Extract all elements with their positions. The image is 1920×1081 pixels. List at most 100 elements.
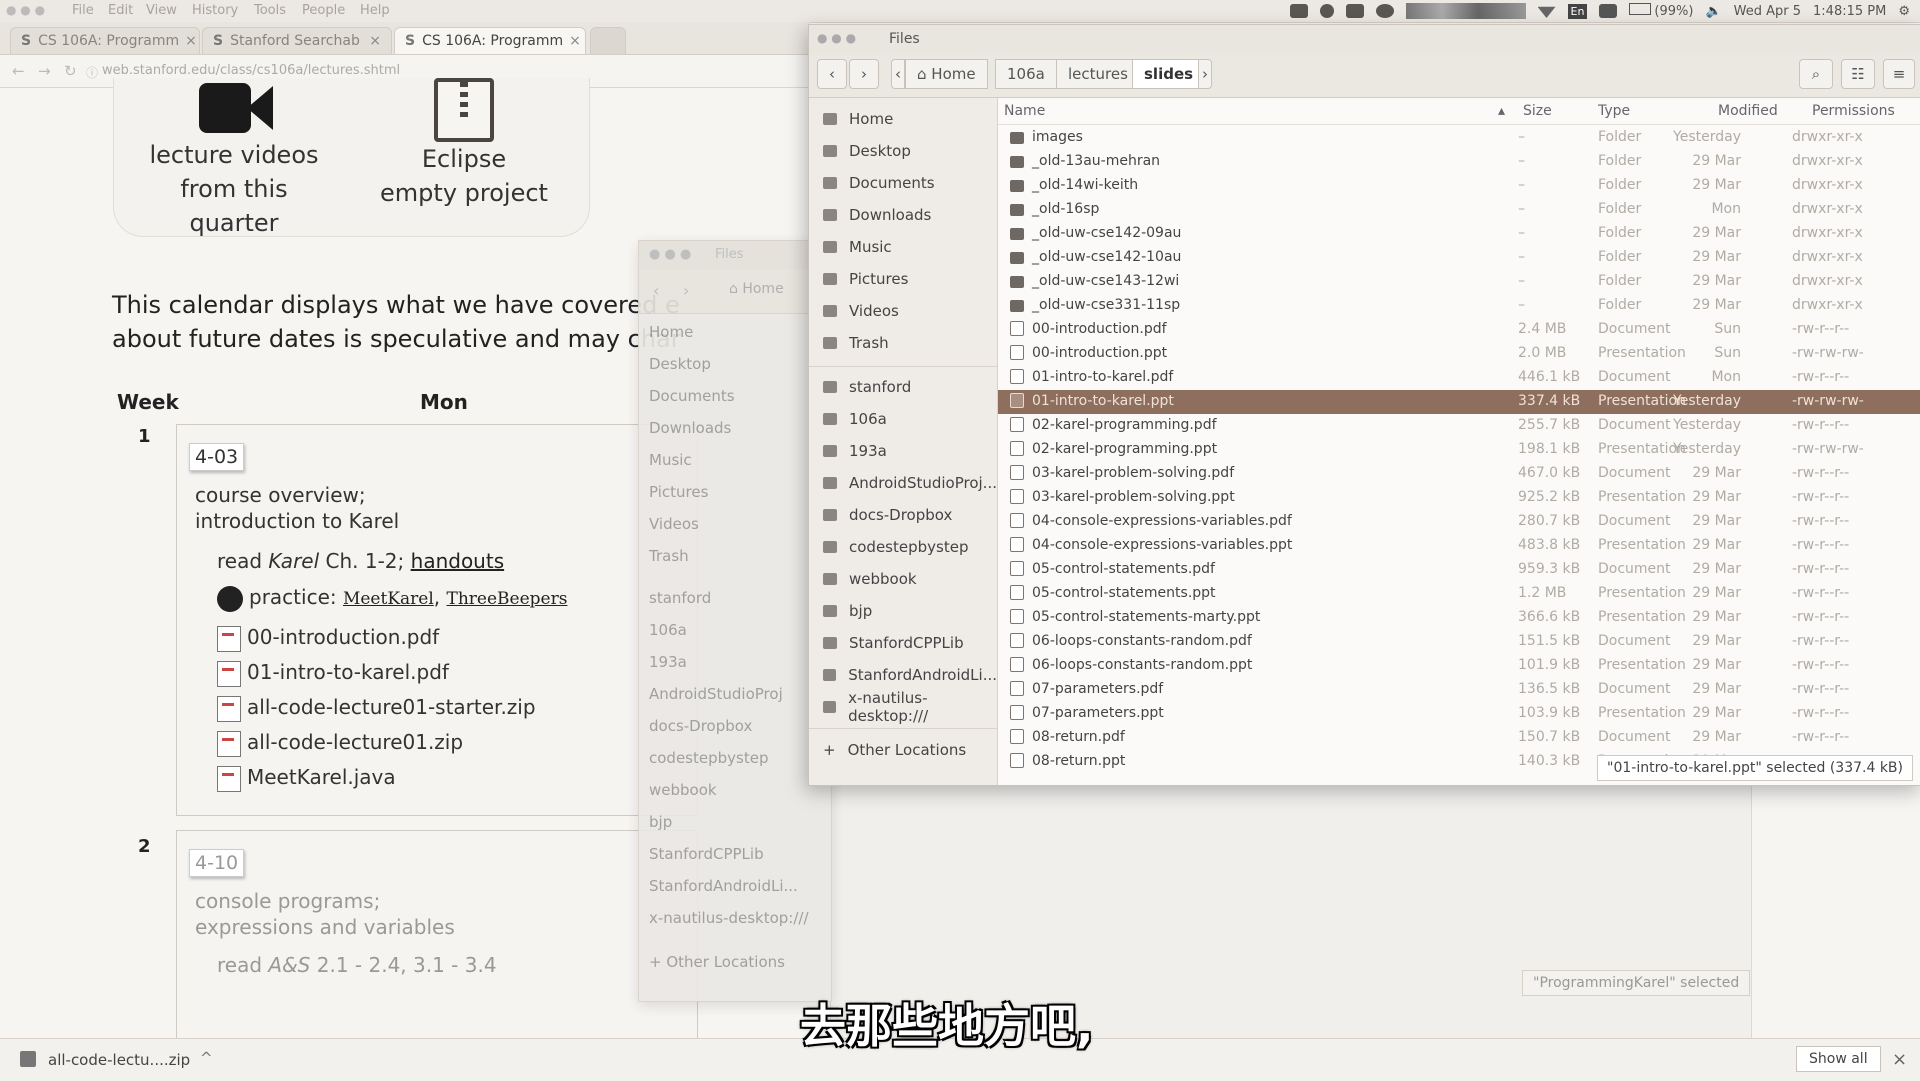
show-all-button[interactable]: Show all: [1796, 1046, 1881, 1072]
keyboard-layout[interactable]: En: [1567, 3, 1588, 19]
bookmark-193a[interactable]: 193a: [809, 436, 997, 466]
dropbox-icon[interactable]: [1345, 4, 1364, 18]
url-field[interactable]: web.stanford.edu/class/cs106a/lectures.s…: [102, 63, 400, 78]
file-row[interactable]: 03-karel-problem-solving.ppt 925.2 kB Pres…: [998, 486, 1920, 510]
menu-help[interactable]: Help: [360, 3, 390, 18]
file-row[interactable]: 05-control-statements-marty.ppt 366.6 kB P…: [998, 606, 1920, 630]
download-item[interactable]: all-code-lectu....zip: [48, 1051, 190, 1069]
breadcrumb-106a[interactable]: 106a: [995, 59, 1057, 89]
sidebar-item-downloads[interactable]: Downloads: [809, 200, 997, 230]
new-tab-button[interactable]: [590, 27, 626, 54]
sidebar-item-music[interactable]: Music: [649, 451, 692, 469]
file-row[interactable]: 01-intro-to-karel.pdf 446.1 kB Document Mon…: [998, 366, 1920, 390]
menu-button[interactable]: ≡: [1883, 59, 1915, 89]
threebeepers-link[interactable]: ThreeBeepers: [447, 589, 568, 609]
file-row[interactable]: 05-control-statements.ppt 1.2 MB Presentat…: [998, 582, 1920, 606]
settings-gear-icon[interactable]: ⚙: [1898, 4, 1910, 19]
column-permissions[interactable]: Permissions: [1812, 103, 1895, 119]
bookmark-webbook[interactable]: webbook: [809, 564, 997, 594]
window-controls[interactable]: ● ● ●: [649, 247, 691, 262]
forward-arrow-icon[interactable]: →: [38, 62, 51, 80]
close-tab-icon[interactable]: ×: [179, 33, 197, 49]
file-row[interactable]: 01-intro-to-karel.ppt 337.4 kB Presentatio…: [998, 390, 1920, 414]
file-row[interactable]: 05-control-statements.pdf 959.3 kB Documen…: [998, 558, 1920, 582]
file-link-01-intro-to-karel[interactable]: 01-intro-to-karel.pdf: [217, 660, 449, 687]
file-link-starter-zip[interactable]: all-code-lecture01-starter.zip: [217, 695, 536, 722]
bookmark-106a[interactable]: 106a: [809, 404, 997, 434]
reload-icon[interactable]: ↻: [64, 62, 77, 80]
forward-button[interactable]: ›: [849, 59, 879, 89]
back-arrow-icon[interactable]: ←: [12, 62, 25, 80]
volume-icon[interactable]: 🔈: [1705, 4, 1721, 19]
window-controls[interactable]: ● ● ●: [817, 31, 856, 45]
breadcrumb-lectures[interactable]: lectures: [1056, 59, 1140, 89]
info-icon[interactable]: ⓘ: [86, 64, 98, 81]
window-controls[interactable]: ● ● ●: [6, 3, 45, 17]
menu-file[interactable]: File: [72, 3, 94, 18]
background-window-titlebar[interactable]: ● ● ● Files: [639, 241, 831, 269]
file-row[interactable]: 07-parameters.ppt 103.9 kB Presentation 29 …: [998, 702, 1920, 726]
close-tab-icon[interactable]: ×: [563, 33, 581, 49]
sidebar-item-videos[interactable]: Videos: [649, 515, 699, 533]
sort-up-icon[interactable]: ▴: [1498, 103, 1505, 119]
sidebar-item-desktop[interactable]: Desktop: [649, 355, 711, 373]
file-row[interactable]: _old-13au-mehran – Folder 29 Mar drwxr-xr-x: [998, 150, 1920, 174]
file-row[interactable]: 03-karel-problem-solving.pdf 467.0 kB Docu…: [998, 462, 1920, 486]
bookmark-nautilus-desktop[interactable]: x-nautilus-desktop:///: [809, 689, 997, 725]
file-row[interactable]: _old-16sp – Folder Mon drwxr-xr-x: [998, 198, 1920, 222]
bookmark-androidstudio[interactable]: AndroidStudioProj...: [809, 468, 997, 498]
sidebar-item-bjp[interactable]: bjp: [649, 813, 672, 831]
sidebar-item-webbook[interactable]: webbook: [649, 781, 717, 799]
bookmark-docs-dropbox[interactable]: docs-Dropbox: [809, 500, 997, 530]
forward-arrow-icon[interactable]: ›: [683, 281, 689, 300]
sidebar-item-androidstudio[interactable]: AndroidStudioProj: [649, 685, 783, 703]
sidebar-item-pictures[interactable]: Pictures: [649, 483, 708, 501]
menu-tools[interactable]: Tools: [254, 3, 286, 18]
bookmark-codestepbystep[interactable]: codestepbystep: [809, 532, 997, 562]
sidebar-item-downloads[interactable]: Downloads: [649, 419, 731, 437]
clock-label[interactable]: 1:48:15 PM: [1813, 4, 1886, 19]
file-row[interactable]: images – Folder Yesterday drwxr-xr-x: [998, 126, 1920, 150]
wifi-icon[interactable]: [1537, 6, 1556, 18]
browser-tab-1[interactable]: S CS 106A: Programm ×: [10, 27, 200, 54]
file-row[interactable]: _old-uw-cse143-12wi – Folder 29 Mar drwxr-xr…: [998, 270, 1920, 294]
menu-history[interactable]: History: [192, 3, 238, 18]
system-monitor-graph[interactable]: [1405, 3, 1526, 19]
sidebar-item-193a[interactable]: 193a: [649, 653, 687, 671]
files-titlebar[interactable]: ● ● ● Files: [809, 25, 1920, 53]
column-name[interactable]: Name: [1004, 103, 1045, 119]
bookmark-stanfordcpplib[interactable]: StanfordCPPLib: [809, 628, 997, 658]
file-row[interactable]: _old-uw-cse142-09au – Folder 29 Mar drwxr-xr…: [998, 222, 1920, 246]
eclipse-project-link[interactable]: Eclipse empty project: [354, 78, 574, 210]
back-button[interactable]: ‹: [817, 59, 847, 89]
handouts-link[interactable]: handouts: [411, 549, 504, 573]
breadcrumb-right-arrow[interactable]: ›: [1198, 59, 1212, 89]
file-link-meetkarel-java[interactable]: MeetKarel.java: [217, 765, 396, 792]
file-row[interactable]: 04-console-expressions-variables.pdf 280.…: [998, 510, 1920, 534]
bookmark-bjp[interactable]: bjp: [809, 596, 997, 626]
menu-edit[interactable]: Edit: [108, 3, 133, 18]
file-row[interactable]: _old-14wi-keith – Folder 29 Mar drwxr-xr-x: [998, 174, 1920, 198]
breadcrumb-left-arrow[interactable]: ‹: [891, 59, 905, 89]
file-row[interactable]: _old-uw-cse331-11sp – Folder 29 Mar drwxr-xr…: [998, 294, 1920, 318]
file-row[interactable]: 08-return.pdf 150.7 kB Document 29 Mar -rw-r…: [998, 726, 1920, 750]
camera-icon[interactable]: [1289, 4, 1308, 18]
file-row[interactable]: _old-uw-cse142-10au – Folder 29 Mar drwxr-xr…: [998, 246, 1920, 270]
sidebar-item-pictures[interactable]: Pictures: [809, 264, 997, 294]
back-arrow-icon[interactable]: ‹: [653, 281, 659, 300]
sync-icon[interactable]: [1319, 4, 1334, 18]
sidebar-item-videos[interactable]: Videos: [809, 296, 997, 326]
browser-tab-2[interactable]: S Stanford Searchab ×: [202, 27, 392, 54]
mail-icon[interactable]: [1599, 4, 1618, 18]
sidebar-item-desktop[interactable]: Desktop: [809, 136, 997, 166]
sidebar-item-106a[interactable]: 106a: [649, 621, 687, 639]
sidebar-item-home[interactable]: Home: [809, 104, 997, 134]
menu-view[interactable]: View: [146, 3, 177, 18]
sidebar-item-home[interactable]: Home: [649, 323, 693, 341]
browser-tab-3-active[interactable]: S CS 106A: Programm ×: [394, 27, 586, 54]
sidebar-item-trash[interactable]: Trash: [649, 547, 689, 565]
meetkarel-link[interactable]: MeetKarel: [343, 589, 434, 609]
search-button[interactable]: ⌕: [1799, 59, 1833, 89]
date-label[interactable]: Wed Apr 5: [1734, 4, 1801, 19]
sidebar-item-stanford[interactable]: stanford: [649, 589, 711, 607]
